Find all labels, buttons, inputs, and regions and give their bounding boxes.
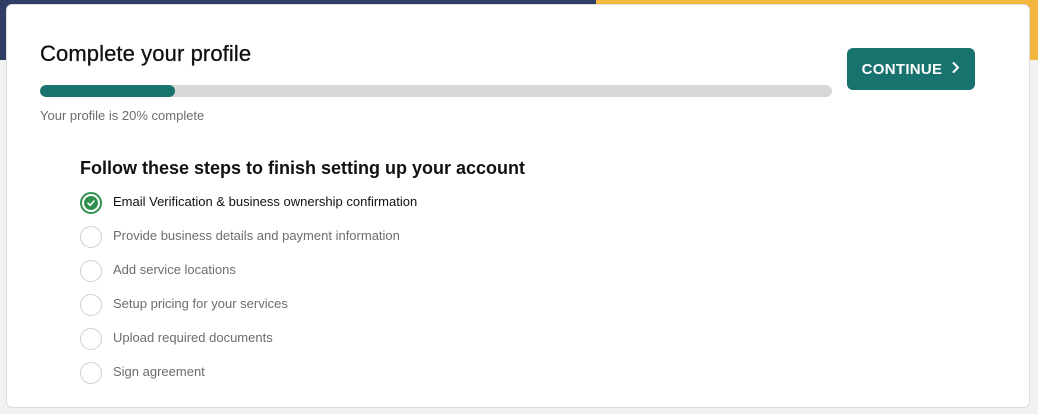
empty-circle-icon [80, 294, 102, 316]
chevron-right-icon [952, 61, 960, 75]
empty-circle-icon [80, 226, 102, 248]
check-circle-icon [80, 192, 102, 214]
steps-heading: Follow these steps to finish setting up … [80, 158, 526, 178]
step-label: Provide business details and payment inf… [113, 228, 400, 243]
progress-bar-fill [40, 85, 175, 97]
profile-card: Complete your profile Your profile is 20… [6, 4, 1030, 408]
empty-circle-icon [80, 260, 102, 282]
progress-text: Your profile is 20% complete [40, 108, 205, 123]
step-label: Upload required documents [113, 330, 273, 345]
step-label: Setup pricing for your services [113, 296, 288, 311]
step-label: Sign agreement [113, 364, 205, 379]
continue-button-label: CONTINUE [861, 60, 943, 78]
progress-bar [40, 85, 832, 97]
empty-circle-icon [80, 362, 102, 384]
empty-circle-icon [80, 328, 102, 350]
step-label: Add service locations [113, 262, 236, 277]
continue-button[interactable]: CONTINUE [847, 48, 975, 90]
step-label: Email Verification & business ownership … [113, 194, 418, 209]
page-title: Complete your profile [40, 41, 252, 66]
